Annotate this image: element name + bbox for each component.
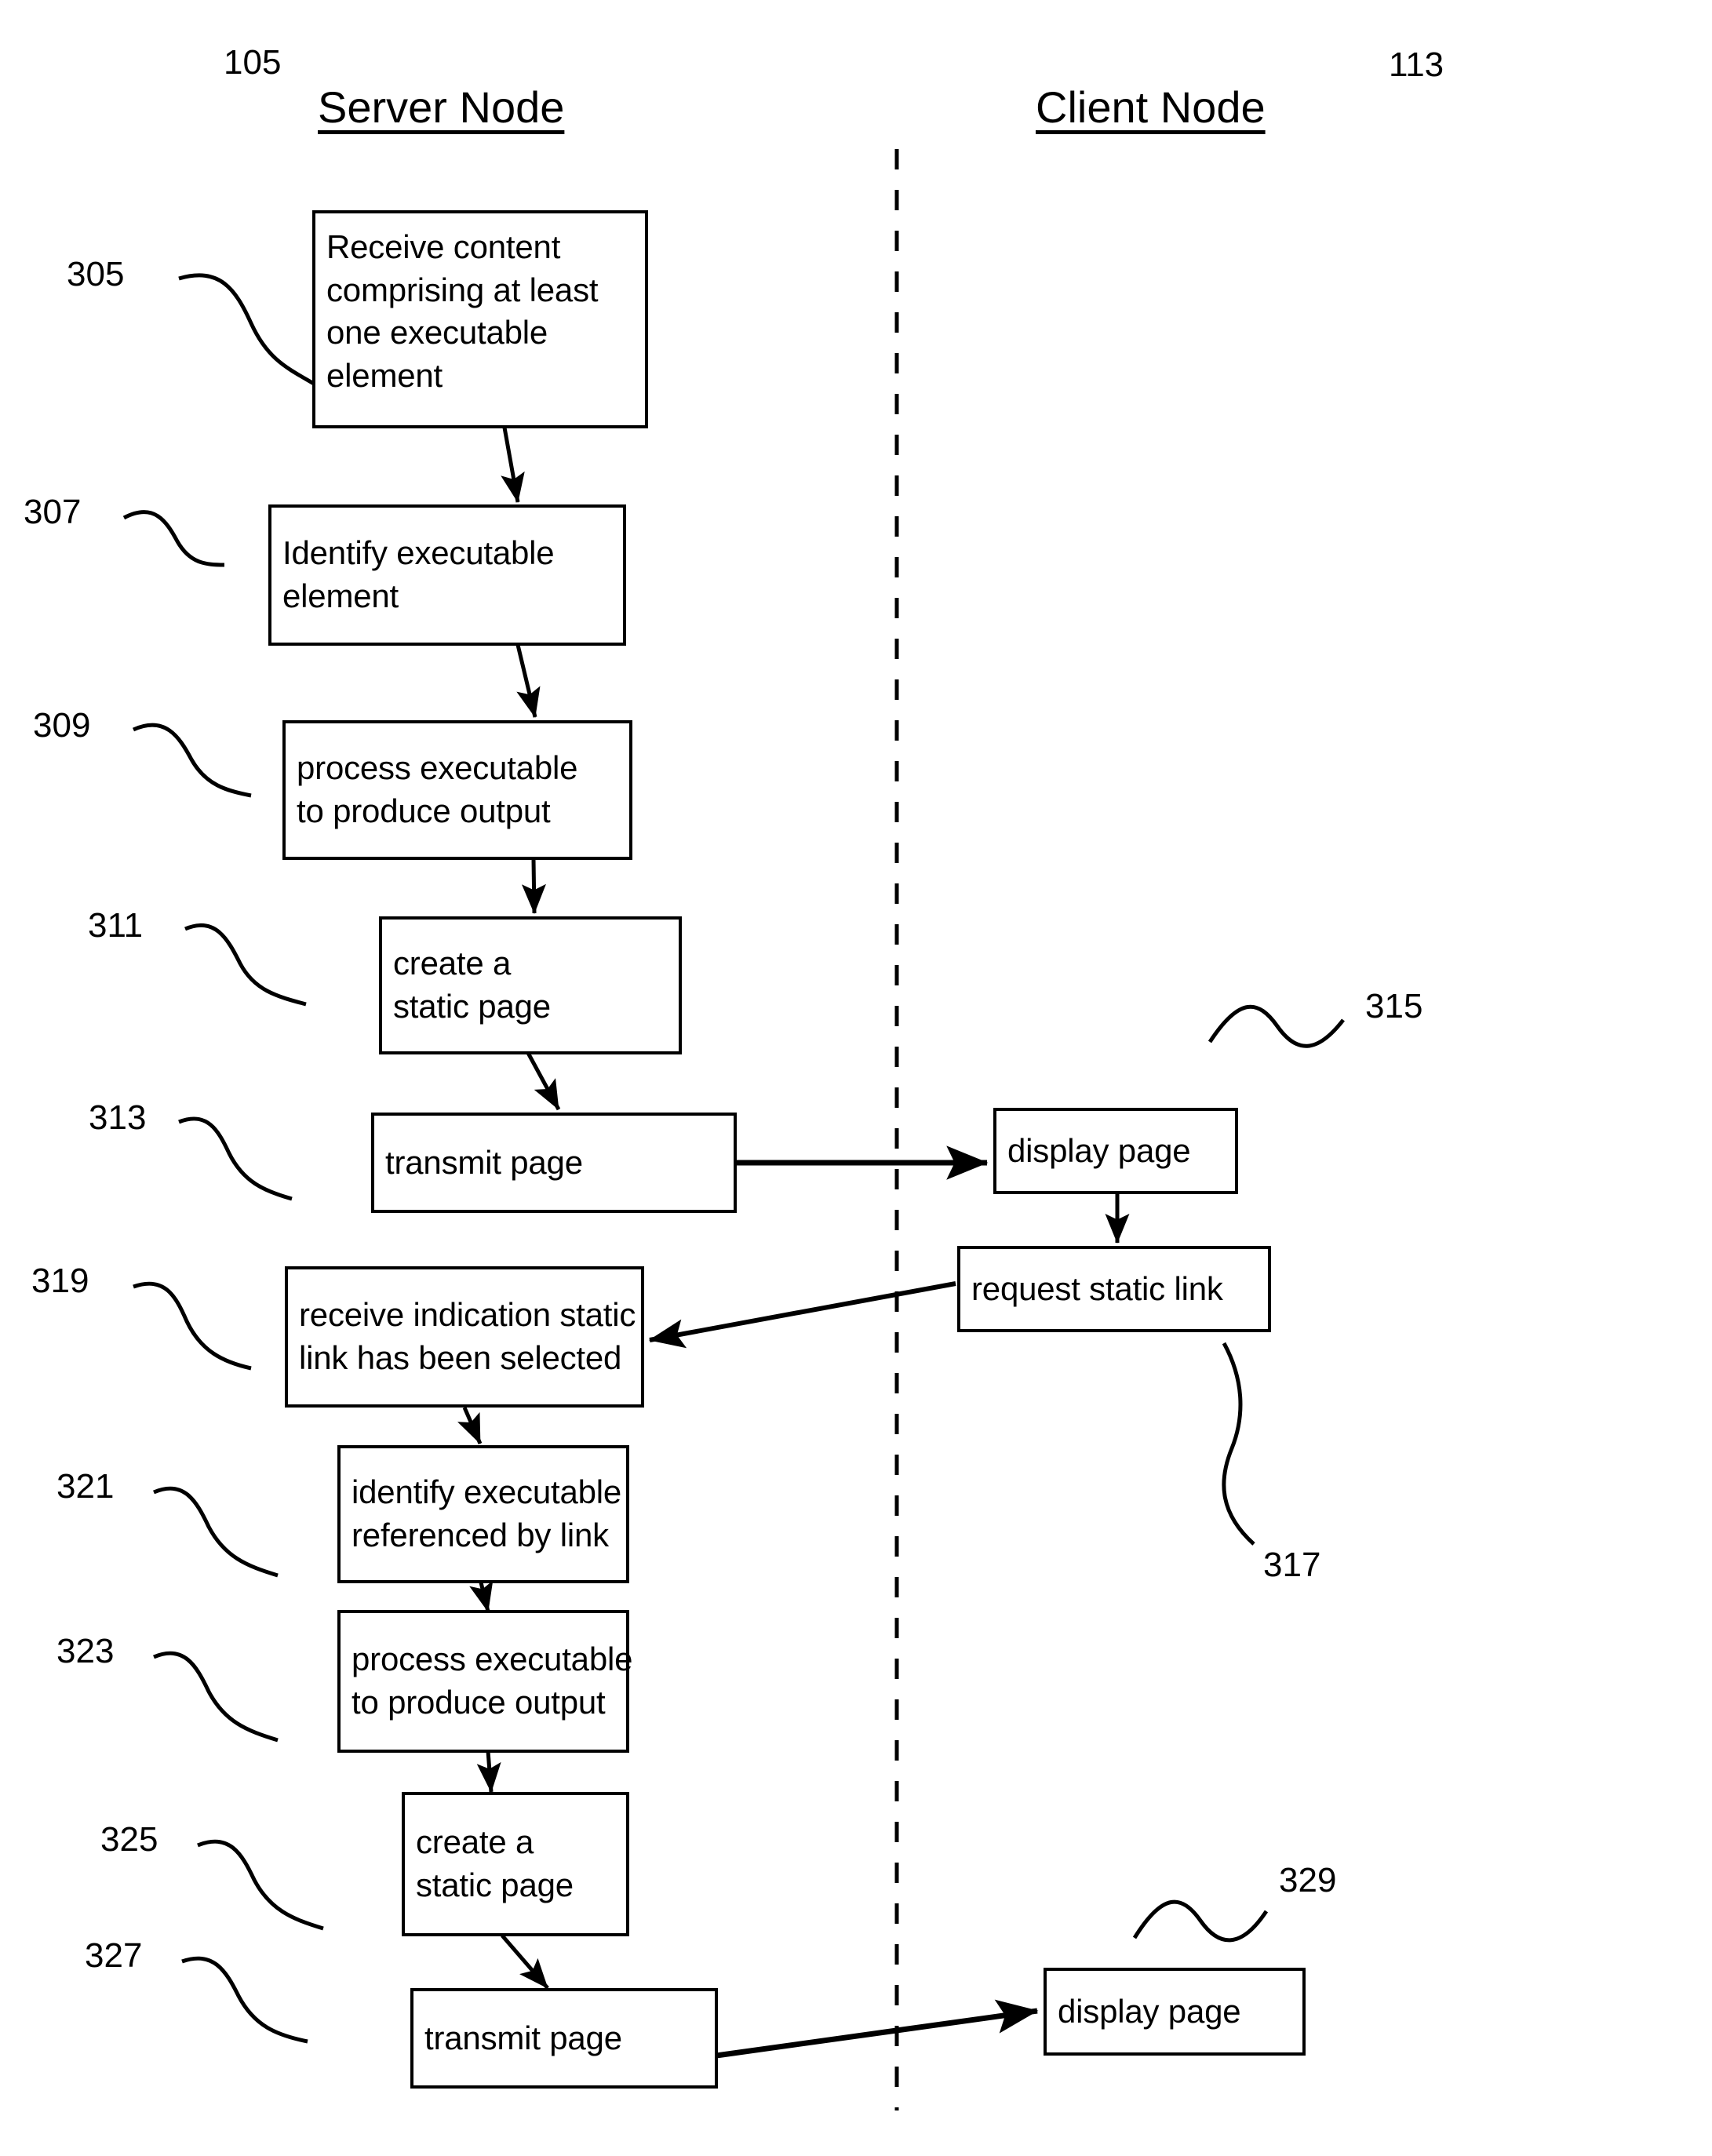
node-line: process executable (297, 749, 578, 787)
ref-number-329: 329 (1279, 1861, 1337, 1899)
node-line: element (326, 356, 443, 394)
leader-329 (1132, 1899, 1269, 1943)
node-line: request static link (971, 1269, 1223, 1307)
edge-319-321 (457, 1407, 483, 1444)
edge-327-329 (716, 1999, 1039, 2059)
leader-309 (132, 723, 252, 798)
leader-313 (178, 1116, 293, 1201)
connector-layer (122, 149, 1345, 2110)
node-line: identify executable (352, 1473, 622, 1511)
ref-number-305: 305 (67, 255, 125, 293)
leader-317 (1222, 1342, 1255, 1546)
edge-321-323 (469, 1580, 494, 1612)
ref-number-327: 327 (85, 1936, 143, 1975)
ref-number-105: 105 (224, 43, 282, 82)
edge-325-327 (501, 1934, 549, 1990)
node-line: display page (1058, 1992, 1241, 2030)
ref-number-313: 313 (89, 1098, 147, 1137)
node-line: create a (393, 945, 512, 982)
node-receive-indication[interactable]: receive indication static link has been … (285, 1266, 644, 1408)
leader-319 (133, 1281, 252, 1371)
ref-number-317: 317 (1263, 1546, 1321, 1584)
node-line: display page (1007, 1131, 1191, 1169)
leader-327 (181, 1956, 308, 2044)
node-line: element (282, 577, 399, 614)
leader-305 (178, 273, 319, 388)
node-process-executable-2[interactable]: process executable to produce output (337, 1610, 633, 1753)
node-request-static-link[interactable]: request static link (957, 1246, 1271, 1332)
node-line: receive indication static (299, 1296, 636, 1334)
node-transmit-page-1[interactable]: transmit page (371, 1113, 737, 1213)
leader-323 (153, 1651, 279, 1743)
ref-number-323: 323 (56, 1632, 115, 1670)
node-line: create a (416, 1823, 534, 1861)
edge-323-325 (476, 1750, 501, 1793)
node-line: to produce output (352, 1684, 606, 1721)
ref-number-309: 309 (33, 706, 91, 745)
leader-321 (153, 1486, 279, 1578)
node-line: Identify executable (282, 534, 555, 572)
ref-number-311: 311 (88, 906, 144, 945)
column-title-server: Server Node (318, 82, 565, 132)
ref-number-315: 315 (1365, 987, 1423, 1025)
node-line: referenced by link (352, 1517, 609, 1553)
edge-317-319 (648, 1281, 956, 1349)
ref-number-307: 307 (24, 493, 82, 531)
node-create-static-page-1[interactable]: create a static page (379, 916, 682, 1054)
node-line: process executable (352, 1641, 633, 1678)
node-line: to produce output (297, 792, 551, 829)
node-line: one executable (326, 314, 548, 351)
node-identify-executable-by-link[interactable]: identify executable referenced by link (337, 1445, 629, 1583)
node-line: static page (393, 988, 551, 1025)
node-receive-content[interactable]: Receive content comprising at least one … (312, 210, 648, 428)
edge-311-313 (526, 1051, 561, 1111)
leader-325 (197, 1839, 324, 1931)
leader-315 (1208, 1004, 1345, 1048)
node-display-page-2[interactable]: display page (1044, 1968, 1306, 2056)
node-line: Receive content (326, 228, 561, 265)
node-line: comprising at least (326, 271, 599, 308)
node-line: transmit page (424, 2019, 622, 2056)
ref-number-319: 319 (31, 1262, 89, 1300)
node-line: link has been selected (299, 1339, 622, 1376)
ref-number-325: 325 (100, 1820, 158, 1859)
leader-307 (122, 510, 225, 567)
node-transmit-page-2[interactable]: transmit page (410, 1988, 718, 2089)
node-display-page-1[interactable]: display page (993, 1108, 1238, 1194)
node-line: static page (416, 1866, 574, 1903)
node-process-executable-1[interactable]: process executable to produce output (282, 720, 632, 860)
ref-number-113: 113 (1389, 46, 1444, 84)
node-create-static-page-2[interactable]: create a static page (402, 1792, 629, 1936)
leader-311 (184, 923, 307, 1007)
patent-figure: Server Node 105 Client Node 113 Receive … (0, 0, 1712, 2156)
node-identify-executable-element[interactable]: Identify executable element (268, 504, 626, 646)
node-line: transmit page (385, 1143, 583, 1181)
ref-number-321: 321 (56, 1467, 115, 1506)
column-title-client: Client Node (1036, 82, 1266, 132)
edge-307-309 (515, 644, 541, 718)
edge-305-307 (501, 427, 525, 503)
